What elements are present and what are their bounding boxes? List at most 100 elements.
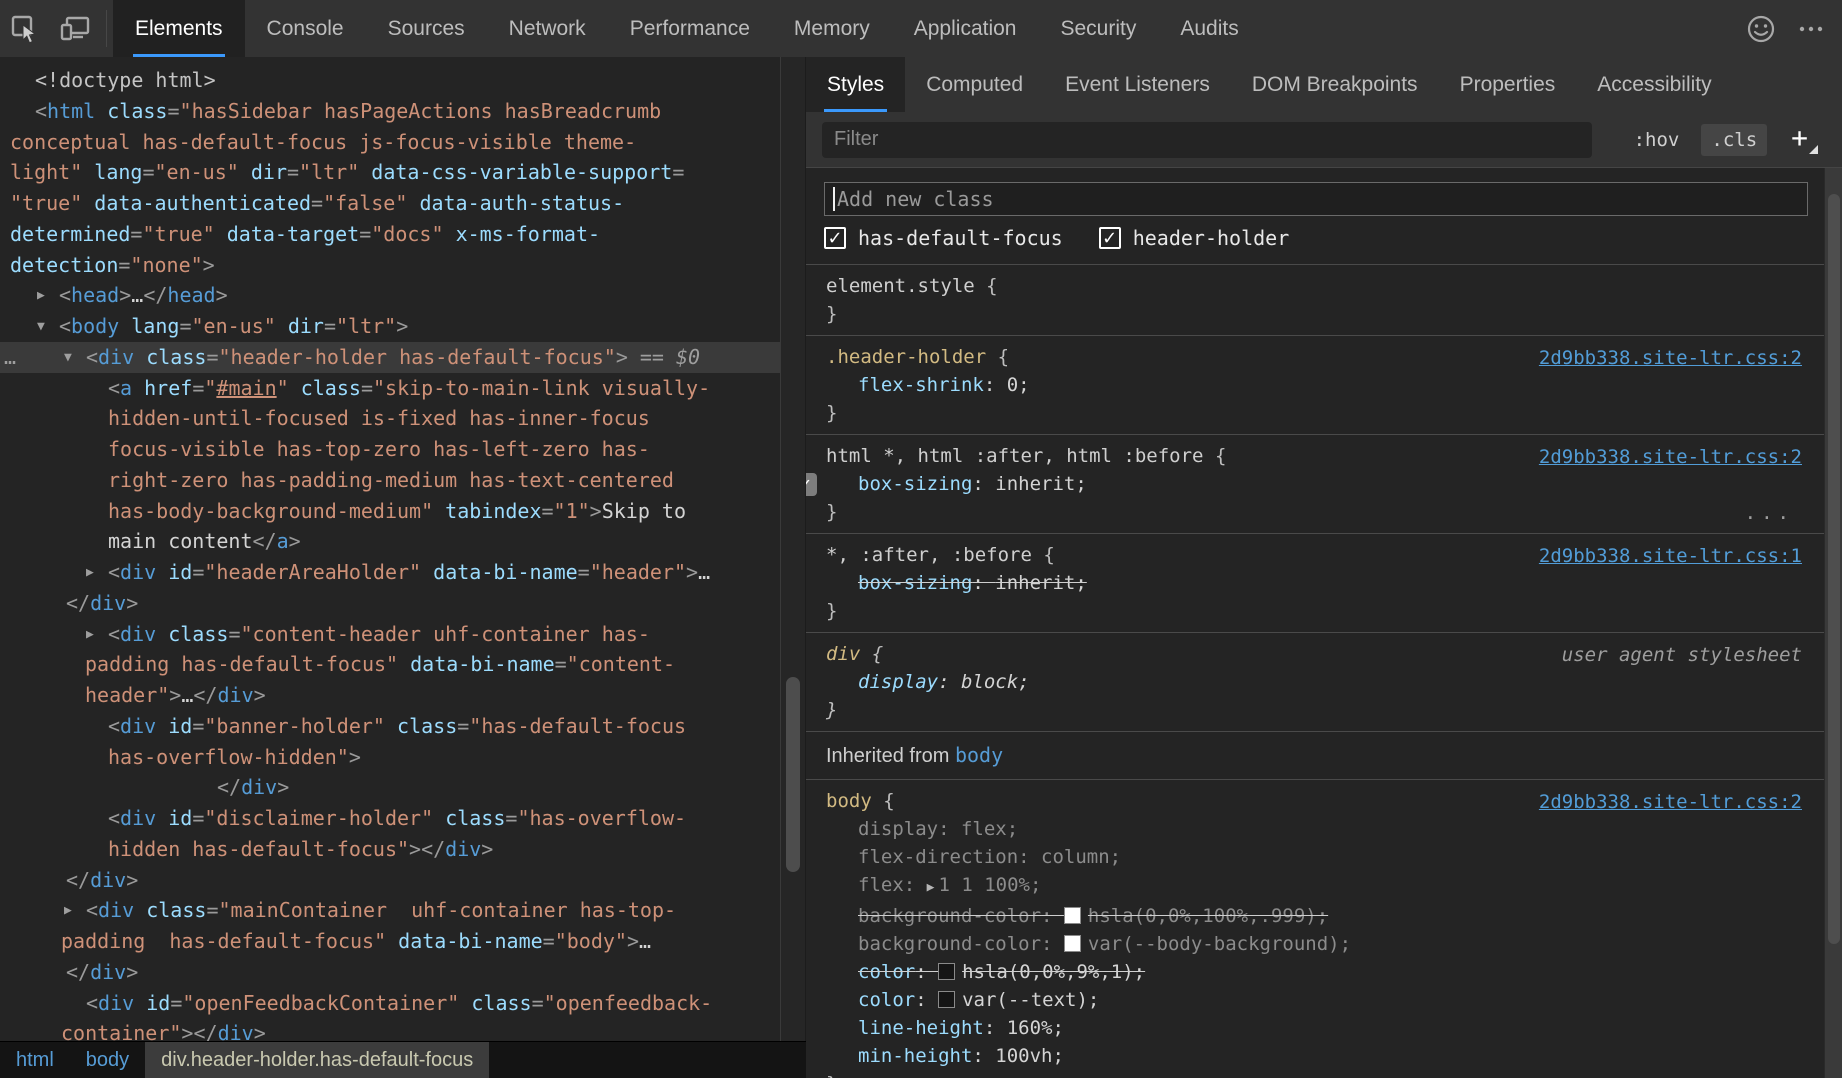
checkbox-icon[interactable]: ✓ — [1099, 227, 1121, 249]
css-property-row[interactable]: box-sizing: inherit; — [826, 569, 1804, 597]
color-swatch[interactable] — [1064, 907, 1081, 924]
css-property-row[interactable]: flex: ▶1 1 100%; — [826, 871, 1804, 902]
css-property-row[interactable]: flex-direction: column; — [826, 843, 1804, 871]
styles-scrollbar-thumb[interactable] — [1828, 194, 1840, 944]
stylesheet-link[interactable]: 2d9bb338.site-ltr.css:1 — [1539, 542, 1802, 570]
tab-application[interactable]: Application — [892, 0, 1039, 57]
dom-tree-row[interactable]: focus-visible has-top-zero has-left-zero… — [0, 434, 780, 465]
dom-tree-row[interactable]: </div> — [0, 957, 780, 988]
css-property-row[interactable]: color: hsla(0,0%,9%,1); — [826, 958, 1804, 986]
css-rule[interactable]: element.style {} — [806, 265, 1824, 335]
dom-tree-row[interactable]: ▶<head>…</head> — [0, 280, 780, 311]
css-property-row[interactable]: color: var(--text); — [826, 986, 1804, 1014]
dom-tree-row[interactable]: has-overflow-hidden"> — [0, 742, 780, 773]
rule-more-actions-icon[interactable]: ... — [1745, 499, 1794, 527]
more-menu-icon[interactable] — [1786, 0, 1836, 57]
sidebar-tab-event-listeners[interactable]: Event Listeners — [1044, 57, 1231, 112]
toggle-element-classes-button[interactable]: .cls — [1701, 124, 1767, 156]
dom-tree-row[interactable]: hidden-until-focused is-fixed has-inner-… — [0, 403, 780, 434]
dom-tree-row[interactable]: ▶<div id="headerAreaHolder" data-bi-name… — [0, 557, 780, 588]
color-swatch[interactable] — [938, 991, 955, 1008]
dom-tree-row[interactable]: padding has-default-focus" data-bi-name=… — [0, 926, 780, 957]
dom-tree-row[interactable]: determined="true" data-target="docs" x-m… — [0, 219, 780, 250]
dom-tree-row[interactable]: <a href="#main" class="skip-to-main-link… — [0, 373, 780, 404]
dom-tree-row[interactable]: ▼<body lang="en-us" dir="ltr"> — [0, 311, 780, 342]
property-enabled-checkbox[interactable]: ✓ — [806, 473, 817, 496]
device-toolbar-icon[interactable] — [50, 0, 100, 57]
expand-arrow-icon[interactable]: ▶ — [86, 620, 94, 651]
dom-tree-row[interactable]: padding has-default-focus" data-bi-name=… — [0, 649, 780, 680]
styles-filter-input[interactable]: Filter — [822, 122, 1592, 158]
breadcrumb-item[interactable]: body — [70, 1042, 145, 1078]
dom-tree-row[interactable]: light" lang="en-us" dir="ltr" data-css-v… — [0, 157, 780, 188]
css-rule[interactable]: 2d9bb338.site-ltr.css:2.header-holder {f… — [806, 336, 1824, 434]
elements-scrollbar-thumb[interactable] — [786, 677, 800, 872]
dom-tree-row[interactable]: right-zero has-padding-medium has-text-c… — [0, 465, 780, 496]
toggle-pseudo-state-button[interactable]: :hov — [1626, 124, 1688, 156]
tab-elements[interactable]: Elements — [113, 0, 245, 57]
dom-tree-row[interactable]: hidden has-default-focus"></div> — [0, 834, 780, 865]
css-property-row[interactable]: flex-shrink: 0; — [826, 371, 1804, 399]
dom-tree-row[interactable]: ▶<div class="mainContainer uhf-container… — [0, 895, 780, 926]
elements-scrollbar[interactable] — [780, 57, 806, 1041]
styles-scrollbar[interactable] — [1824, 168, 1842, 1078]
sidebar-tab-dom-breakpoints[interactable]: DOM Breakpoints — [1231, 57, 1439, 112]
dom-tree-row[interactable]: ▶<div class="content-header uhf-containe… — [0, 619, 780, 650]
sidebar-tab-properties[interactable]: Properties — [1439, 57, 1577, 112]
row-more-dots-icon[interactable]: … — [4, 342, 16, 373]
tab-memory[interactable]: Memory — [772, 0, 892, 57]
css-rule[interactable]: 2d9bb338.site-ltr.css:2html *, html :aft… — [806, 435, 1824, 533]
css-property-row[interactable]: display: block; — [826, 668, 1804, 696]
css-property-row[interactable]: ✓box-sizing: inherit; — [826, 470, 1804, 498]
class-toggle-has-default-focus[interactable]: ✓has-default-focus — [824, 226, 1063, 250]
dom-tree-row[interactable]: header">…</div> — [0, 680, 780, 711]
dom-tree-row[interactable]: main content</a> — [0, 526, 780, 557]
new-style-rule-button[interactable]: + — [1781, 122, 1818, 158]
expand-arrow-icon[interactable]: ▶ — [64, 896, 72, 927]
color-swatch[interactable] — [938, 963, 955, 980]
class-toggle-header-holder[interactable]: ✓header-holder — [1099, 226, 1290, 250]
css-property-row[interactable]: min-height: 100vh; — [826, 1042, 1804, 1070]
dom-tree-row-selected[interactable]: …▼<div class="header-holder has-default-… — [0, 342, 780, 373]
css-rule[interactable]: 2d9bb338.site-ltr.css:2body {display: fl… — [806, 780, 1824, 1078]
dom-tree-row[interactable]: conceptual has-default-focus js-focus-vi… — [0, 127, 780, 158]
stylesheet-link[interactable]: 2d9bb338.site-ltr.css:2 — [1539, 443, 1802, 471]
dom-tree-row[interactable]: </div> — [0, 865, 780, 896]
css-property-row[interactable]: line-height: 160%; — [826, 1014, 1804, 1042]
color-swatch[interactable] — [1064, 935, 1081, 952]
tab-sources[interactable]: Sources — [366, 0, 487, 57]
dom-tree-row[interactable]: <div id="disclaimer-holder" class="has-o… — [0, 803, 780, 834]
stylesheet-link[interactable]: 2d9bb338.site-ltr.css:2 — [1539, 788, 1802, 816]
sidebar-tab-styles[interactable]: Styles — [806, 57, 905, 112]
dom-tree-row[interactable]: container"></div> — [0, 1018, 780, 1041]
dom-tree-row[interactable]: detection="none"> — [0, 250, 780, 281]
breadcrumb-item[interactable]: div.header-holder.has-default-focus — [145, 1042, 489, 1078]
dom-tree-row[interactable]: </div> — [0, 588, 780, 619]
css-rule[interactable]: user agent stylesheetdiv {display: block… — [806, 633, 1824, 731]
dom-tree-row[interactable]: <html class="hasSidebar hasPageActions h… — [0, 96, 780, 127]
dom-tree-row[interactable]: </div> — [0, 772, 780, 803]
css-property-row[interactable]: background-color: hsla(0,0%,100%,.999); — [826, 902, 1804, 930]
inherited-node-link[interactable]: body — [955, 743, 1003, 767]
tab-performance[interactable]: Performance — [608, 0, 772, 57]
add-new-class-input[interactable]: Add new class — [824, 182, 1808, 216]
dom-tree-row[interactable]: "true" data-authenticated="false" data-a… — [0, 188, 780, 219]
inspect-element-icon[interactable] — [0, 0, 50, 57]
css-property-row[interactable]: background-color: var(--body-background)… — [826, 930, 1804, 958]
collapse-arrow-icon[interactable]: ▼ — [64, 343, 72, 374]
sidebar-tab-computed[interactable]: Computed — [905, 57, 1044, 112]
css-rule[interactable]: 2d9bb338.site-ltr.css:1*, :after, :befor… — [806, 534, 1824, 632]
stylesheet-link[interactable]: 2d9bb338.site-ltr.css:2 — [1539, 344, 1802, 372]
tab-audits[interactable]: Audits — [1158, 0, 1260, 57]
checkbox-icon[interactable]: ✓ — [824, 227, 846, 249]
dom-tree-row[interactable]: has-body-background-medium" tabindex="1"… — [0, 496, 780, 527]
smiley-feedback-icon[interactable] — [1736, 0, 1786, 57]
tab-security[interactable]: Security — [1038, 0, 1158, 57]
breadcrumb-item[interactable]: html — [0, 1042, 70, 1078]
tab-network[interactable]: Network — [487, 0, 608, 57]
expand-arrow-icon[interactable]: ▶ — [37, 281, 45, 312]
sidebar-tab-accessibility[interactable]: Accessibility — [1576, 57, 1732, 112]
expand-arrow-icon[interactable]: ▶ — [86, 558, 94, 589]
collapse-arrow-icon[interactable]: ▼ — [37, 312, 45, 343]
expand-value-arrow-icon[interactable]: ▶ — [927, 880, 935, 895]
